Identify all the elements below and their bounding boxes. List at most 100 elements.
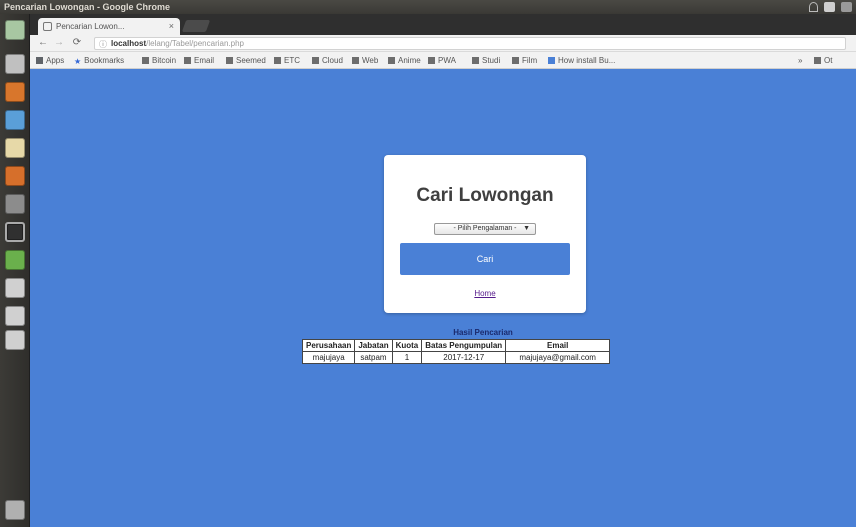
address-path: /lelang/Tabel/pencarian.php <box>146 39 244 48</box>
bookmark-label: Bitcoin <box>152 56 177 65</box>
browser-toolbar: ← → ⟳ ⓘ localhost/lelang/Tabel/pencarian… <box>30 35 856 52</box>
document-icon[interactable] <box>5 138 25 158</box>
bookmark-item[interactable]: Apps <box>36 55 64 66</box>
results-table: Perusahaan Jabatan Kuota Batas Pengumpul… <box>301 339 611 364</box>
bookmark-label: ETC <box>284 56 300 65</box>
bookmark-item[interactable]: Seemed <box>226 55 266 66</box>
folder-icon <box>142 57 149 64</box>
table-cell: majujaya@gmail.com <box>505 351 611 364</box>
star-icon: ★ <box>74 57 82 66</box>
bookmark-item[interactable]: ★ Bookmarks <box>74 55 124 66</box>
bookmark-label: PWA <box>438 56 456 65</box>
reload-icon[interactable]: ⟳ <box>70 36 84 50</box>
column-header: Kuota <box>391 339 423 352</box>
folder-icon <box>512 57 519 64</box>
bookmark-label: Bookmarks <box>84 56 125 65</box>
table-cell: 2017-12-17 <box>421 351 507 364</box>
folder-icon <box>814 57 821 64</box>
folder-icon <box>226 57 233 64</box>
bookmark-item[interactable]: ETC <box>274 55 300 66</box>
column-header: Perusahaan <box>301 339 356 352</box>
trash-icon[interactable] <box>5 500 25 520</box>
page-icon <box>548 57 555 64</box>
bookmark-item[interactable]: Web <box>352 55 378 66</box>
bookmarks-bar: How install Bu... Film Studi PWA Anime Web Clo… <box>30 52 856 69</box>
bookmark-other[interactable]: Ot <box>814 55 832 66</box>
table-cell: majujaya <box>301 351 356 364</box>
bookmark-item[interactable]: Cloud <box>312 55 343 66</box>
os-title-bar: Pencarian Lowongan - Google Chrome <box>0 0 856 14</box>
home-link[interactable]: Home <box>384 289 586 298</box>
keyboard-icon[interactable] <box>841 2 852 12</box>
table-header-row: Perusahaan Jabatan Kuota Batas Pengumpul… <box>301 339 611 352</box>
bookmark-label: Ot <box>824 56 833 65</box>
bookmark-label: Apps <box>46 56 65 65</box>
bookmarks-overflow[interactable]: » <box>798 55 802 66</box>
software-center-icon[interactable] <box>5 166 25 186</box>
info-icon: ⓘ <box>99 40 107 49</box>
bookmark-item[interactable]: PWA <box>428 55 456 66</box>
firefox-icon[interactable] <box>5 82 25 102</box>
window-icon[interactable] <box>5 278 25 298</box>
page-content: Cari Lowongan - Pilih Pengalaman - ▼ Car… <box>30 69 856 527</box>
bookmark-label: Anime <box>398 56 421 65</box>
experience-select[interactable]: - Pilih Pengalaman - ▼ <box>434 223 536 235</box>
battery-icon[interactable] <box>824 2 835 12</box>
bookmark-label: How install Bu... <box>558 56 616 65</box>
table-cell: satpam <box>354 351 393 364</box>
chrome-icon[interactable] <box>5 250 25 270</box>
page-icon <box>43 22 52 31</box>
bookmark-item[interactable]: Anime <box>388 55 421 66</box>
launcher <box>0 14 30 527</box>
terminal-icon[interactable] <box>5 222 25 242</box>
back-icon[interactable]: ← <box>36 36 50 50</box>
chevron-down-icon: ▼ <box>523 225 530 232</box>
page-title: Cari Lowongan <box>416 185 554 206</box>
tab-title: Pencarian Lowon... <box>56 22 125 31</box>
bookmark-item[interactable]: Email <box>184 55 214 66</box>
search-button[interactable]: Cari <box>400 243 570 275</box>
folder-icon <box>472 57 479 64</box>
writer-icon[interactable] <box>5 110 25 130</box>
folder-icon <box>388 57 395 64</box>
browser-tab[interactable]: Pencarian Lowon... × <box>38 18 180 35</box>
window-icon[interactable] <box>5 306 25 326</box>
folder-icon <box>352 57 359 64</box>
files-icon[interactable] <box>5 54 25 74</box>
window-icon[interactable] <box>5 330 25 350</box>
settings-icon[interactable] <box>5 194 25 214</box>
bookmark-item[interactable]: How install Bu... <box>548 55 615 66</box>
table-row: majujaya satpam 1 2017-12-17 majujaya@gm… <box>301 351 611 364</box>
address-host: localhost <box>111 39 147 48</box>
forward-icon[interactable]: → <box>52 36 66 50</box>
bookmark-label: Film <box>522 56 538 65</box>
folder-icon <box>428 57 435 64</box>
bookmark-label: Studi <box>482 56 501 65</box>
folder-icon <box>312 57 319 64</box>
folder-icon <box>184 57 191 64</box>
system-tray <box>809 1 852 13</box>
table-cell: 1 <box>391 351 423 364</box>
bookmark-label: Web <box>362 56 379 65</box>
column-header: Email <box>505 339 611 352</box>
column-header: Batas Pengumpulan <box>421 339 507 352</box>
apps-icon <box>36 57 43 64</box>
bookmark-item[interactable]: Studi <box>472 55 500 66</box>
select-value: - Pilih Pengalaman - <box>453 225 517 232</box>
search-card: Cari Lowongan - Pilih Pengalaman - ▼ Car… <box>384 155 586 313</box>
window-title: Pencarian Lowongan - Google Chrome <box>4 2 171 12</box>
bookmark-item[interactable]: Film <box>512 55 537 66</box>
bookmark-item[interactable]: Bitcoin <box>142 55 176 66</box>
new-tab-button[interactable] <box>181 20 211 32</box>
close-icon[interactable]: × <box>169 18 174 35</box>
browser-window: Pencarian Lowon... × ← → ⟳ ⓘ localhost/l… <box>30 14 856 527</box>
address-bar[interactable]: ⓘ localhost/lelang/Tabel/pencarian.php <box>94 37 846 50</box>
column-header: Jabatan <box>354 339 393 352</box>
bookmark-label: Cloud <box>322 56 343 65</box>
bookmark-label: Email <box>194 56 215 65</box>
bookmark-label: Seemed <box>236 56 266 65</box>
dash-icon[interactable] <box>5 20 25 40</box>
folder-icon <box>274 57 281 64</box>
network-icon[interactable] <box>809 2 818 12</box>
tab-strip: Pencarian Lowon... × <box>30 14 856 35</box>
